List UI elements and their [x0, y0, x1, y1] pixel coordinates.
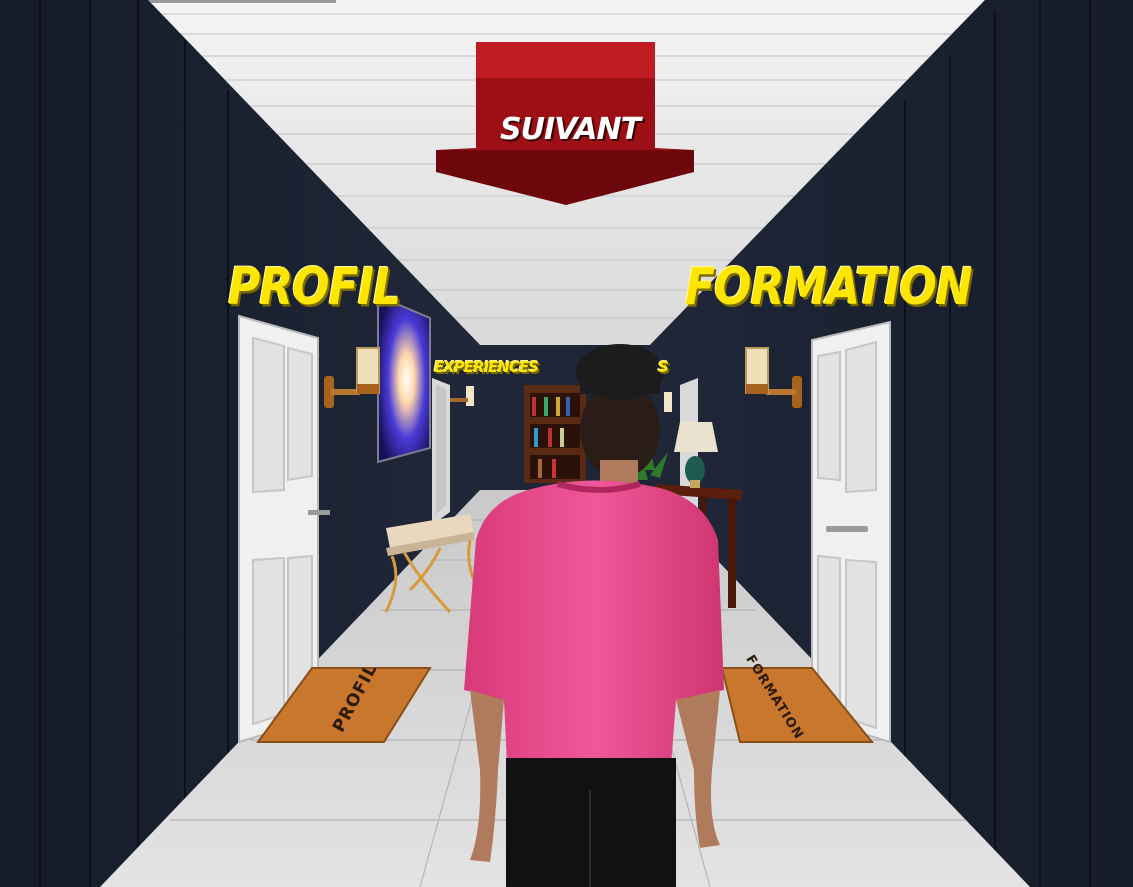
far-right-sign: S — [658, 358, 669, 376]
formation-door-hotspot[interactable] — [812, 322, 890, 742]
experiences-sign: EXPERIENCES — [434, 358, 539, 376]
far-right-door-hotspot[interactable] — [680, 378, 698, 525]
experiences-door-hotspot[interactable] — [432, 378, 450, 525]
suivant-button[interactable] — [436, 42, 694, 205]
bookshelf — [524, 385, 586, 483]
wall-poster — [377, 294, 431, 464]
profil-sign: PROFIL — [228, 258, 401, 317]
formation-sign: FORMATION — [685, 258, 973, 317]
corridor-scene: SUIVANT PROFIL FORMATION EXPERIENCES S P… — [0, 0, 1133, 887]
profil-door-hotspot[interactable] — [239, 316, 319, 742]
